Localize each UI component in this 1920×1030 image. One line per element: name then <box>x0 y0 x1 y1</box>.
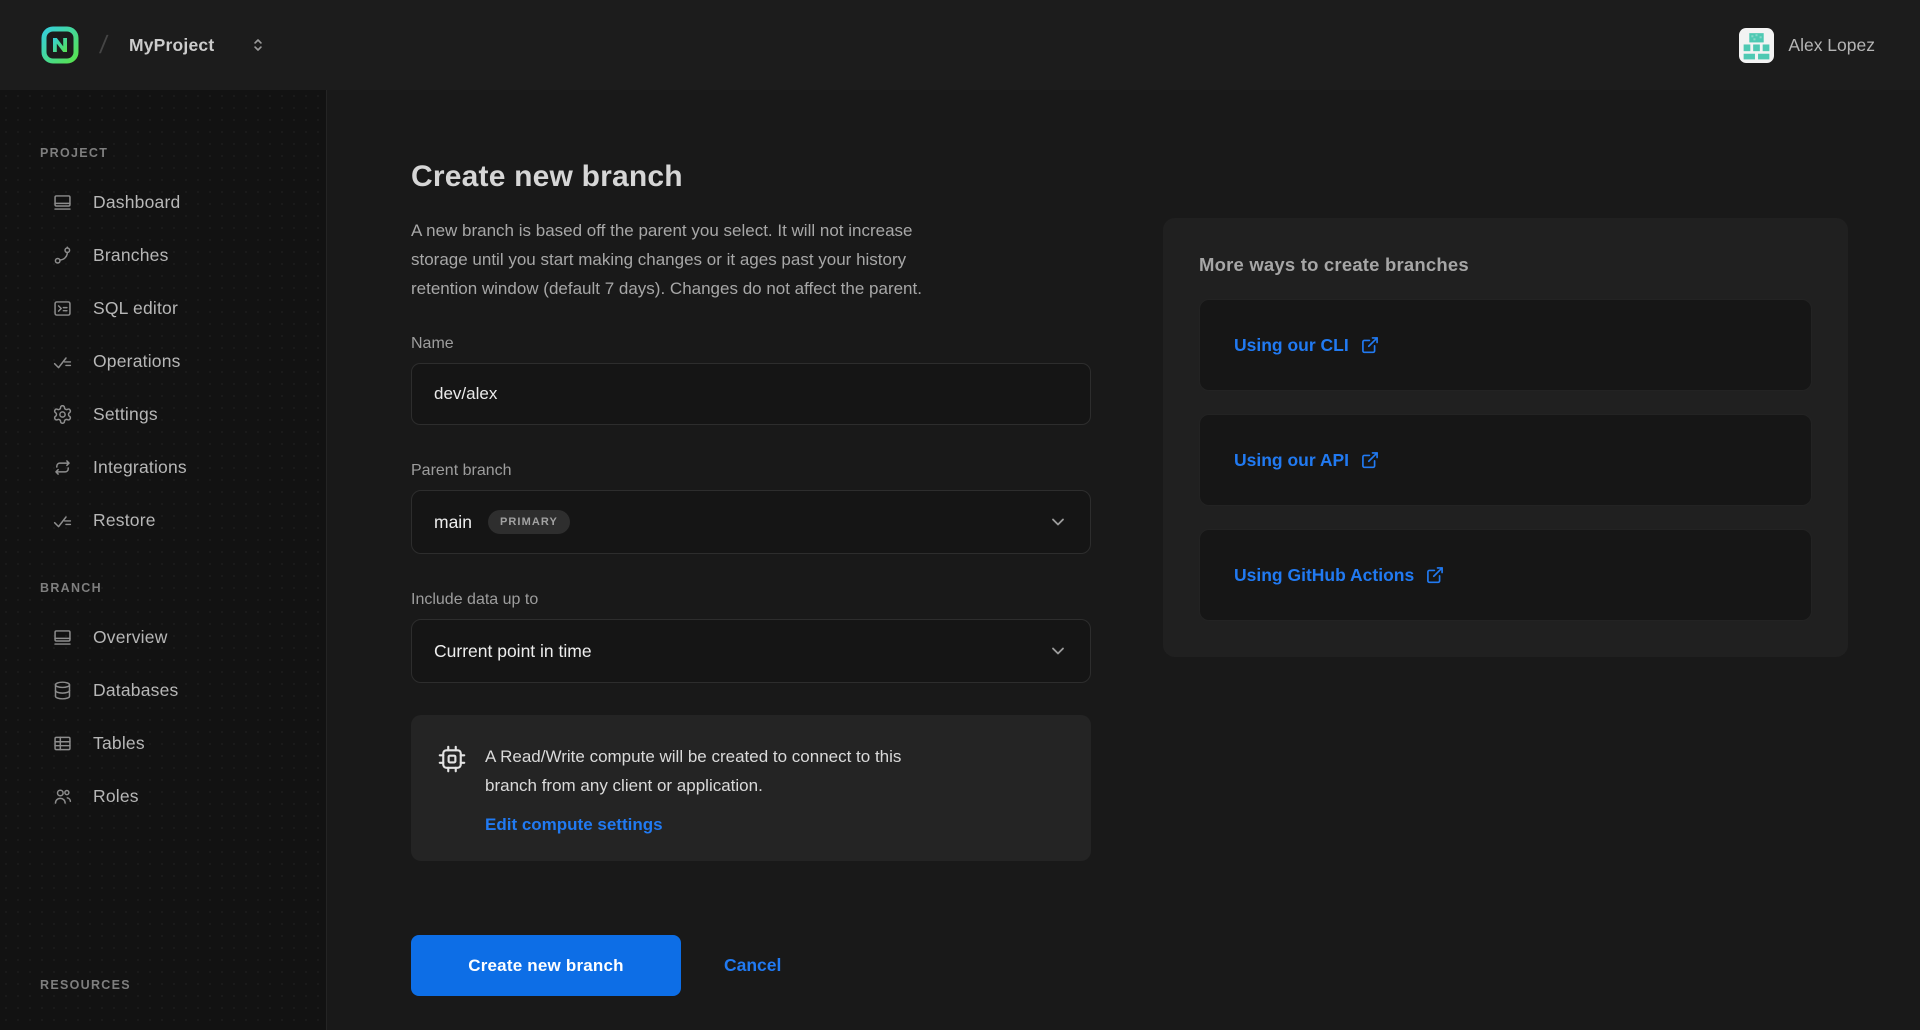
sidebar-item-label: Branches <box>93 245 169 266</box>
main-content: Create new branch A new branch is based … <box>327 90 1920 1030</box>
sidebar-section-branch: BRANCH Overview Databases Tables Roles <box>40 581 326 823</box>
more-ways-panel: More ways to create branches Using our C… <box>1163 218 1848 657</box>
external-link-icon <box>1360 450 1380 470</box>
sidebar-item-branches[interactable]: Branches <box>40 229 326 282</box>
sidebar-item-label: Operations <box>93 351 181 372</box>
parent-branch-value: main <box>434 512 472 533</box>
compute-note: A Read/Write compute will be created to … <box>485 742 901 800</box>
sidebar-sections: PROJECT Dashboard Branches SQL editor Operat… <box>40 146 326 823</box>
help-cards: Using our CLI Using our API Using GitHub A… <box>1199 299 1812 621</box>
sidebar-item-label: Tables <box>93 733 145 754</box>
chevron-down-icon <box>1048 512 1068 532</box>
avatar <box>1739 28 1774 63</box>
sidebar-item-dashboard[interactable]: Dashboard <box>40 176 326 229</box>
sidebar-item-integrations[interactable]: Integrations <box>40 441 326 494</box>
sidebar-item-label: Dashboard <box>93 192 180 213</box>
window-icon <box>52 192 73 213</box>
top-header: / MyProject <box>0 0 1920 90</box>
help-card-using-github-actions[interactable]: Using GitHub Actions <box>1199 529 1812 621</box>
breadcrumb-separator: / <box>98 31 109 60</box>
table-icon <box>52 733 73 754</box>
sidebar-item-restore[interactable]: Restore <box>40 494 326 547</box>
sidebar-item-label: Overview <box>93 627 168 648</box>
branch-name-input[interactable] <box>411 363 1091 425</box>
sidebar-item-operations[interactable]: Operations <box>40 335 326 388</box>
parent-branch-select[interactable]: main PRIMARY <box>411 490 1091 554</box>
project-selector-button[interactable] <box>248 35 268 55</box>
help-link-label: Using our CLI <box>1234 335 1349 356</box>
help-link-using-our-cli[interactable]: Using our CLI <box>1234 335 1380 356</box>
sidebar-item-label: Databases <box>93 680 178 701</box>
help-link-using-our-api[interactable]: Using our API <box>1234 450 1380 471</box>
chevrons-up-down-icon <box>248 35 268 55</box>
sidebar: PROJECT Dashboard Branches SQL editor Operat… <box>0 90 327 1030</box>
sidebar-item-label: Settings <box>93 404 158 425</box>
sidebar-section-label: BRANCH <box>40 581 326 595</box>
help-link-label: Using GitHub Actions <box>1234 565 1414 586</box>
user-menu[interactable]: Alex Lopez <box>1739 28 1875 63</box>
help-link-using-github-actions[interactable]: Using GitHub Actions <box>1234 565 1445 586</box>
edit-compute-settings-link[interactable]: Edit compute settings <box>485 815 663 835</box>
more-ways-title: More ways to create branches <box>1199 254 1812 276</box>
sidebar-item-settings[interactable]: Settings <box>40 388 326 441</box>
parent-branch-label: Parent branch <box>411 462 1091 480</box>
sidebar-item-tables[interactable]: Tables <box>40 717 326 770</box>
sidebar-item-label: Roles <box>93 786 139 807</box>
include-data-select[interactable]: Current point in time <box>411 619 1091 683</box>
sidebar-section-resources: RESOURCES <box>40 978 326 992</box>
window-icon <box>52 627 73 648</box>
compute-info-box: A Read/Write compute will be created to … <box>411 715 1091 861</box>
check-list-icon <box>52 510 73 531</box>
include-data-label: Include data up to <box>411 591 1091 609</box>
external-link-icon <box>1360 335 1380 355</box>
chevron-down-icon <box>1048 641 1068 661</box>
cancel-button[interactable]: Cancel <box>724 955 781 976</box>
project-name: MyProject <box>129 35 214 56</box>
check-list-icon <box>52 351 73 372</box>
include-data-value: Current point in time <box>434 641 592 662</box>
sidebar-item-label: SQL editor <box>93 298 178 319</box>
page-title: Create new branch <box>411 160 1091 194</box>
external-link-icon <box>1425 565 1445 585</box>
help-card-using-our-cli[interactable]: Using our CLI <box>1199 299 1812 391</box>
sidebar-item-overview[interactable]: Overview <box>40 611 326 664</box>
sidebar-item-label: Integrations <box>93 457 187 478</box>
sidebar-item-label: Restore <box>93 510 156 531</box>
sidebar-section-project: PROJECT Dashboard Branches SQL editor Operat… <box>40 146 326 547</box>
repeat-icon <box>52 457 73 478</box>
sidebar-item-sql-editor[interactable]: SQL editor <box>40 282 326 335</box>
neon-logo-icon[interactable] <box>40 25 80 65</box>
git-branch-icon <box>52 245 73 266</box>
primary-badge: PRIMARY <box>488 510 570 534</box>
sidebar-section-label: PROJECT <box>40 146 326 160</box>
terminal-icon <box>52 298 73 319</box>
name-label: Name <box>411 335 1091 353</box>
page-description: A new branch is based off the parent you… <box>411 216 1091 303</box>
user-name: Alex Lopez <box>1788 35 1875 56</box>
sidebar-item-databases[interactable]: Databases <box>40 664 326 717</box>
users-icon <box>52 786 73 807</box>
cpu-icon <box>437 744 467 774</box>
create-branch-button[interactable]: Create new branch <box>411 935 681 996</box>
help-link-label: Using our API <box>1234 450 1349 471</box>
database-icon <box>52 680 73 701</box>
gear-icon <box>52 404 73 425</box>
help-card-using-our-api[interactable]: Using our API <box>1199 414 1812 506</box>
sidebar-item-roles[interactable]: Roles <box>40 770 326 823</box>
